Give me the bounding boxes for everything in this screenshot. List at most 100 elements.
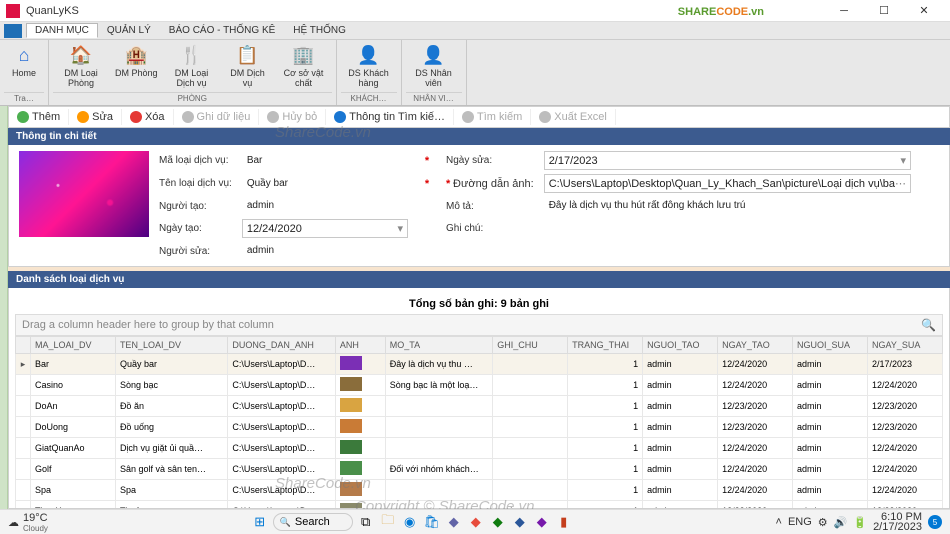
col-nguoi_tao[interactable]: NGUOI_TAO [643, 337, 718, 354]
cell[interactable] [335, 396, 385, 417]
cell[interactable]: admin [793, 396, 868, 417]
cell[interactable]: Spa [30, 480, 115, 501]
cell[interactable] [493, 354, 568, 375]
maximize-button[interactable]: ☐ [864, 1, 904, 21]
cell[interactable]: 12/23/2020 [718, 417, 793, 438]
cell[interactable] [385, 396, 492, 417]
cell[interactable]: admin [643, 459, 718, 480]
cell[interactable]: Đối với nhóm khách… [385, 459, 492, 480]
cell[interactable] [493, 396, 568, 417]
cell[interactable]: 1 [568, 375, 643, 396]
cell[interactable] [335, 459, 385, 480]
app-icon-5[interactable]: ◆ [533, 513, 551, 531]
field-mota[interactable]: Đây là dịch vụ thu hút rất đông khách lư… [544, 197, 911, 215]
cell[interactable] [493, 480, 568, 501]
col-ngay_tao[interactable]: NGAY_TAO [718, 337, 793, 354]
cell[interactable]: Sòng bạc là một loạ… [385, 375, 492, 396]
table-row[interactable]: GiatQuanAoDịch vụ giặt ủi quầ…C:\Users\L… [16, 438, 943, 459]
cell[interactable]: Thuê xe [115, 501, 227, 510]
cell[interactable]: Đồ uống [115, 417, 227, 438]
delete-button[interactable]: Xóa [122, 109, 174, 125]
col-ma_loai_dv[interactable]: MA_LOAI_DV [30, 337, 115, 354]
cell[interactable]: ThueXe [30, 501, 115, 510]
menu-tab-danh-m-c[interactable]: DANH MỤC [26, 23, 98, 38]
calendar-icon[interactable]: ▾ [900, 154, 906, 167]
cell[interactable]: C:\Users\Laptop\D… [228, 396, 335, 417]
cell[interactable]: 1 [568, 501, 643, 510]
group-panel[interactable]: Drag a column header here to group by th… [15, 314, 943, 336]
cell[interactable]: admin [793, 501, 868, 510]
cell[interactable]: 1 [568, 354, 643, 375]
table-row[interactable]: CasinoSòng bạcC:\Users\Laptop\D…Sòng bạc… [16, 375, 943, 396]
cell[interactable]: admin [643, 438, 718, 459]
cell[interactable]: 1 [568, 438, 643, 459]
cell[interactable]: Sân golf và sân ten… [115, 459, 227, 480]
cell[interactable]: 12/24/2020 [718, 459, 793, 480]
cell[interactable] [335, 354, 385, 375]
grid-search-icon[interactable]: 🔍 [921, 318, 936, 332]
cell[interactable]: Sòng bạc [115, 375, 227, 396]
field-ten[interactable]: Quầy bar [242, 175, 408, 193]
chevron-up-icon[interactable]: ˄ [776, 516, 782, 528]
wifi-icon[interactable]: ⚙ [818, 516, 828, 529]
cell[interactable]: update [493, 501, 568, 510]
cell[interactable] [493, 375, 568, 396]
ribbon-dm-loai-phong[interactable]: 🏠DM Loại Phòng [53, 42, 109, 92]
cell[interactable] [335, 417, 385, 438]
cell[interactable]: DoUong [30, 417, 115, 438]
cell[interactable]: 12/24/2020 [867, 480, 942, 501]
edit-button[interactable]: Sửa [69, 109, 122, 125]
app-icon-1[interactable]: ◆ [445, 513, 463, 531]
col-duong_dan_anh[interactable]: DUONG_DAN_ANH [228, 337, 335, 354]
calendar-icon[interactable]: ▾ [397, 222, 403, 235]
col-ten_loai_dv[interactable]: TEN_LOAI_DV [115, 337, 227, 354]
cell[interactable]: admin [643, 501, 718, 510]
cell[interactable]: 12/23/2020 [718, 396, 793, 417]
cell[interactable] [335, 375, 385, 396]
browse-icon[interactable]: ⋯ [895, 177, 906, 190]
cell[interactable]: admin [643, 396, 718, 417]
left-nav-collapsed[interactable] [0, 106, 8, 509]
find-info-button[interactable]: Thông tin Tìm kiế… [326, 109, 454, 125]
ribbon-dm-loai-dv[interactable]: 🍴DM Loại Dịch vụ [164, 42, 220, 92]
cell[interactable]: admin [793, 417, 868, 438]
cell[interactable]: Spa [115, 480, 227, 501]
ribbon-dm-phong[interactable]: 🏨DM Phòng [109, 42, 164, 92]
cell[interactable]: C:\Users\Laptop\D… [228, 438, 335, 459]
cell[interactable]: admin [793, 438, 868, 459]
cell[interactable] [335, 501, 385, 510]
cell[interactable]: 2/17/2023 [867, 354, 942, 375]
battery-icon[interactable]: 🔋 [853, 516, 867, 529]
cell[interactable] [385, 438, 492, 459]
cell[interactable]: 1 [568, 459, 643, 480]
col-nguoi_sua[interactable]: NGUOI_SUA [793, 337, 868, 354]
cell[interactable] [493, 438, 568, 459]
table-row[interactable]: DoUongĐồ uốngC:\Users\Laptop\D…1admin12/… [16, 417, 943, 438]
table-row[interactable]: GolfSân golf và sân ten…C:\Users\Laptop\… [16, 459, 943, 480]
start-button[interactable]: ⊞ [251, 513, 269, 531]
menu-tab-b-o-c-o-th-ng-k-[interactable]: BÁO CÁO - THỐNG KÊ [160, 23, 285, 38]
menu-tab-h-th-ng[interactable]: HỆ THỐNG [284, 23, 355, 38]
app-icon-4[interactable]: ◆ [511, 513, 529, 531]
lang-indicator[interactable]: ENG [788, 516, 812, 528]
cell[interactable]: admin [793, 375, 868, 396]
add-button[interactable]: Thêm [9, 109, 69, 125]
app-icon-3[interactable]: ◆ [489, 513, 507, 531]
minimize-button[interactable]: ─ [824, 1, 864, 21]
cell[interactable]: admin [793, 354, 868, 375]
cell[interactable]: Casino [30, 375, 115, 396]
cell[interactable]: 1 [568, 417, 643, 438]
cell[interactable]: admin [643, 354, 718, 375]
cell[interactable]: 1 [568, 480, 643, 501]
volume-icon[interactable]: 🔊 [834, 516, 848, 529]
cell[interactable]: 12/24/2020 [718, 375, 793, 396]
cell[interactable]: admin [643, 417, 718, 438]
field-ngaysua[interactable]: 2/17/2023▾ [544, 151, 911, 170]
cell[interactable]: 12/23/2020 [867, 417, 942, 438]
cell[interactable] [335, 480, 385, 501]
cell[interactable]: 1 [568, 396, 643, 417]
cell[interactable]: Quầy bar [115, 354, 227, 375]
cell[interactable] [493, 459, 568, 480]
app-menu-icon[interactable] [4, 24, 22, 38]
cell[interactable]: C:\Users\Laptop\D… [228, 354, 335, 375]
